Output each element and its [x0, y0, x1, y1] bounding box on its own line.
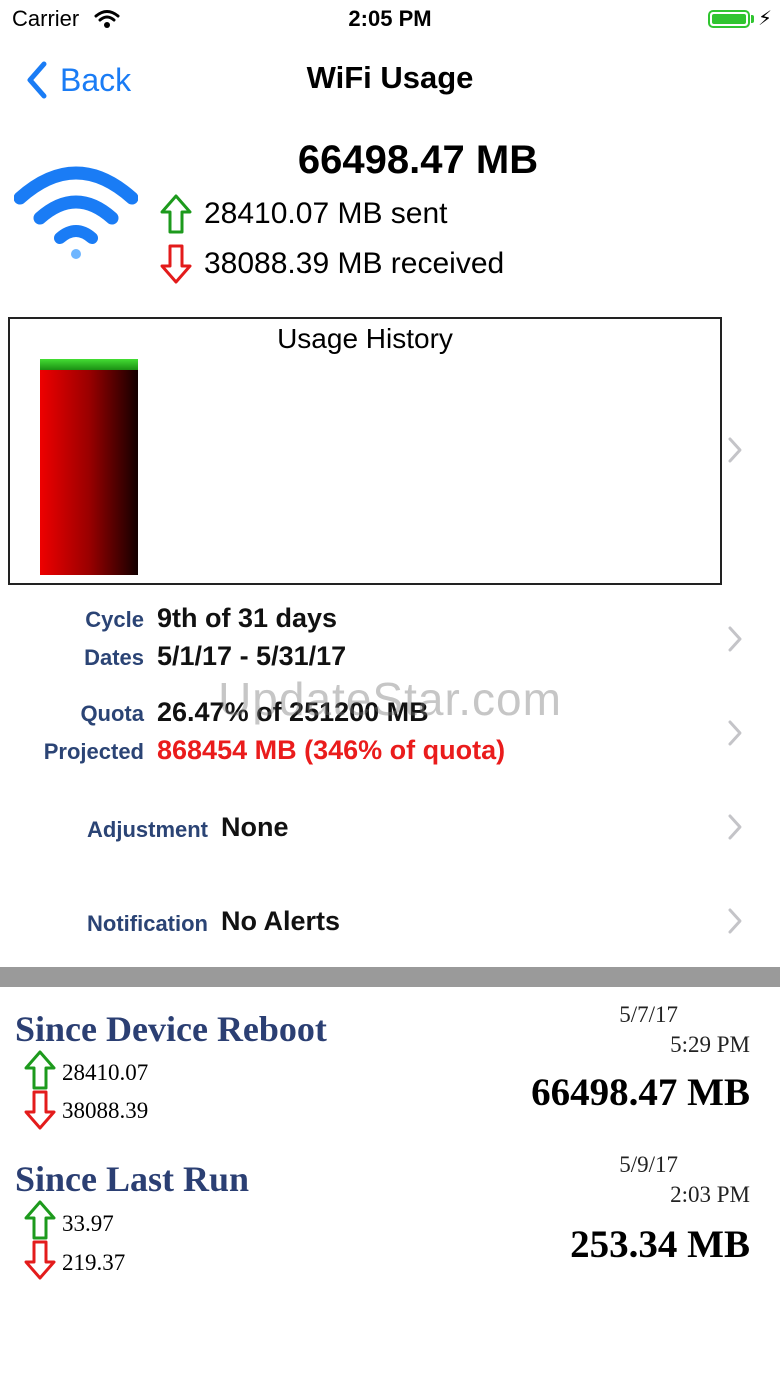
- usage-bar: [40, 359, 138, 575]
- since-reboot-title: Since Device Reboot: [15, 1009, 327, 1049]
- sent-row: 28410.07 MB sent: [160, 194, 448, 234]
- chevron-right-icon[interactable]: [727, 436, 743, 464]
- arrow-down-icon: [24, 1090, 56, 1130]
- since-reboot-date: 5/7/17: [619, 1002, 678, 1027]
- notification-value: No Alerts: [221, 906, 341, 936]
- projected-value: 868454 MB (346% of quota): [157, 735, 506, 765]
- since-last-run-total: 253.34 MB: [570, 1223, 750, 1266]
- arrow-up-icon: [160, 194, 192, 234]
- chevron-right-icon[interactable]: [727, 813, 743, 841]
- since-reboot-total: 66498.47 MB: [531, 1071, 750, 1114]
- since-last-run-time: 2:03 PM: [670, 1182, 750, 1207]
- chevron-right-icon[interactable]: [727, 625, 743, 653]
- received-value: 38088.39 MB received: [204, 247, 505, 280]
- cycle-value: 9th of 31 days: [157, 603, 338, 633]
- dates-label: Dates: [84, 645, 144, 670]
- arrow-down-icon: [24, 1240, 56, 1280]
- sent-value: 28410.07 MB sent: [204, 197, 448, 230]
- projected-label: Projected: [43, 739, 144, 764]
- usage-history-title: Usage History: [277, 323, 453, 354]
- battery-cap: [751, 15, 754, 23]
- cycle-label: Cycle: [85, 607, 144, 632]
- since-last-run-date: 5/9/17: [619, 1152, 678, 1177]
- charging-bolt-icon: ⚡: [758, 8, 773, 30]
- status-time: 2:05 PM: [348, 6, 432, 31]
- since-last-run-received: 219.37: [62, 1250, 126, 1275]
- chevron-right-icon[interactable]: [727, 907, 743, 935]
- since-last-run-title: Since Last Run: [15, 1159, 250, 1199]
- usage-bar-top: [40, 359, 138, 370]
- usage-history-chart[interactable]: Usage History: [8, 317, 722, 585]
- notification-label: Notification: [87, 911, 208, 936]
- since-reboot-time: 5:29 PM: [670, 1032, 750, 1057]
- arrow-up-icon: [24, 1050, 56, 1090]
- adjustment-label: Adjustment: [87, 817, 208, 842]
- battery-icon: [708, 10, 750, 28]
- adjustment-value: None: [221, 812, 289, 842]
- arrow-up-icon: [24, 1200, 56, 1240]
- arrow-down-icon: [160, 244, 192, 284]
- battery-level: [712, 14, 746, 24]
- section-divider: [0, 967, 780, 987]
- since-last-run-sent: 33.97: [62, 1211, 114, 1236]
- dates-value: 5/1/17 - 5/31/17: [157, 641, 347, 671]
- total-usage: 66498.47 MB: [297, 138, 539, 182]
- wifi-icon: [14, 166, 138, 259]
- received-row: 38088.39 MB received: [160, 244, 504, 284]
- since-reboot-received: 38088.39: [62, 1098, 149, 1123]
- since-reboot-sent: 28410.07: [62, 1060, 149, 1085]
- page-title: WiFi Usage: [306, 60, 474, 95]
- watermark: UpdateStar.com: [218, 673, 562, 725]
